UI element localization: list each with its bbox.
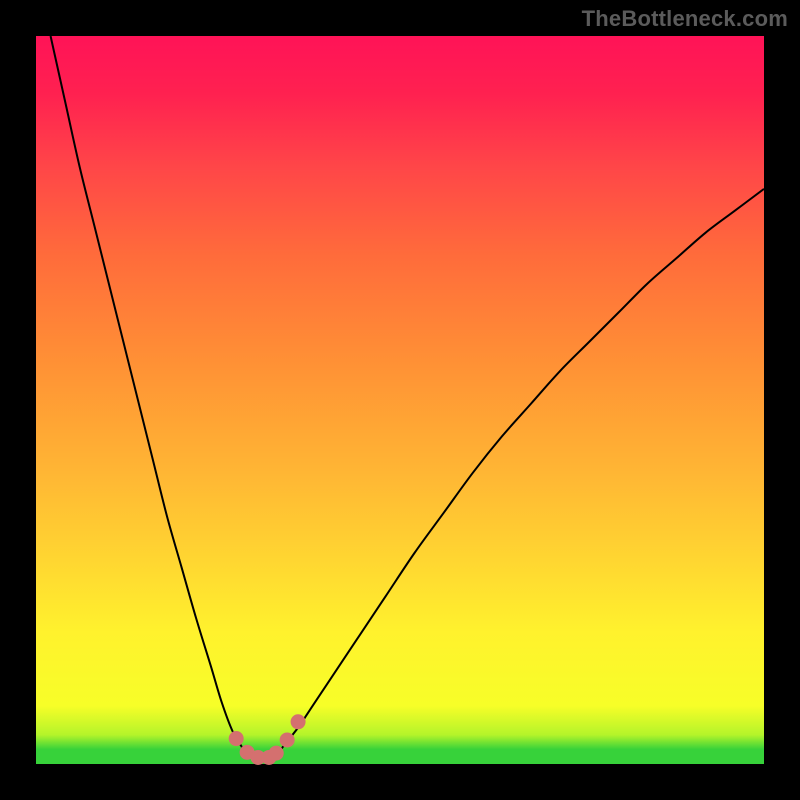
trough-dot: [229, 731, 244, 746]
chart-svg: [36, 36, 764, 764]
trough-dot: [280, 732, 295, 747]
trough-dot: [291, 714, 306, 729]
trough-dot: [269, 746, 284, 761]
curve-right-branch: [284, 189, 764, 746]
trough-dots: [229, 714, 306, 765]
curve-left-branch: [51, 36, 244, 749]
chart-panel: [36, 36, 764, 764]
watermark-text: TheBottleneck.com: [582, 6, 788, 32]
